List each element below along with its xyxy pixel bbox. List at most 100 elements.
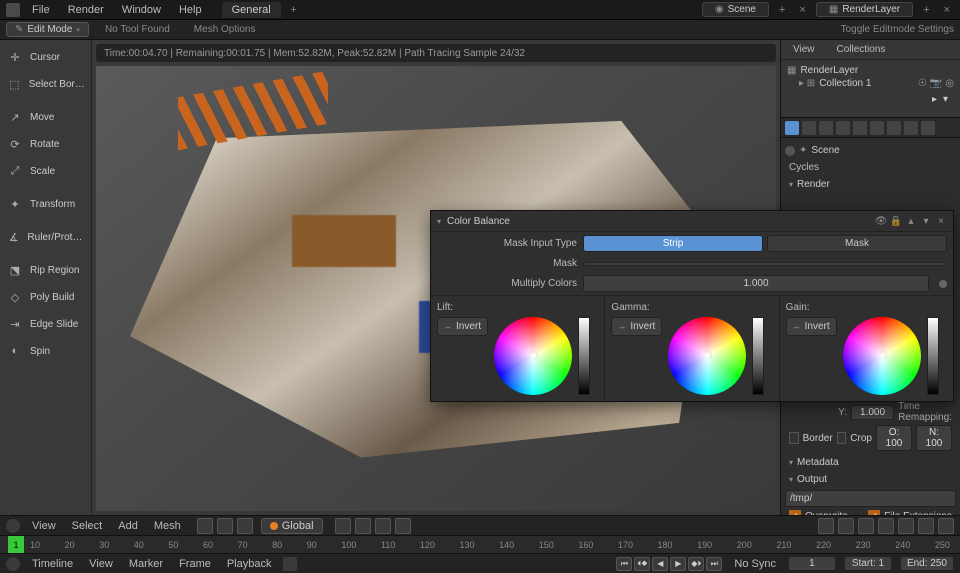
- render-layer-selector[interactable]: ▦RenderLayer: [816, 2, 913, 17]
- output-path-field[interactable]: /tmp/: [785, 490, 956, 507]
- gain-value-slider[interactable]: [927, 317, 939, 395]
- tl-frame[interactable]: Frame: [175, 558, 215, 570]
- tool-rip-region[interactable]: ⬔Rip Region: [2, 257, 89, 283]
- header-mesh[interactable]: Mesh: [150, 520, 185, 532]
- tool-rotate[interactable]: ⟳Rotate: [2, 131, 89, 157]
- tool-spin[interactable]: ◐Spin: [2, 338, 89, 364]
- lift-invert-button[interactable]: ↔Invert: [437, 317, 488, 336]
- autokey-icon[interactable]: [283, 557, 297, 571]
- header-select[interactable]: Select: [68, 520, 107, 532]
- outliner-add-icon[interactable]: ▸: [932, 94, 937, 105]
- props-tab-world[interactable]: [853, 121, 867, 135]
- tool-move[interactable]: ↗Move: [2, 104, 89, 130]
- gamma-invert-button[interactable]: ↔Invert: [611, 317, 662, 336]
- props-tab-particles[interactable]: [904, 121, 918, 135]
- overlays-icon[interactable]: [898, 518, 914, 534]
- scene-remove[interactable]: ×: [795, 4, 809, 16]
- gain-invert-button[interactable]: ↔Invert: [786, 317, 837, 336]
- props-tab-output[interactable]: [802, 121, 816, 135]
- tl-marker[interactable]: Marker: [125, 558, 167, 570]
- fileext-checkbox[interactable]: [868, 510, 880, 515]
- color-balance-titlebar[interactable]: Color Balance 👁🔒▴▾×: [431, 211, 953, 232]
- menu-help[interactable]: Help: [173, 2, 208, 18]
- remap-old[interactable]: O: 100: [876, 425, 912, 451]
- camera-icon[interactable]: 📷: [930, 78, 942, 89]
- keyframe-prev-icon[interactable]: ⏴◆: [634, 557, 650, 571]
- tool-transform[interactable]: ✦Transform: [2, 191, 89, 217]
- editor-type-icon[interactable]: [6, 519, 20, 533]
- mode-face-icon[interactable]: [237, 518, 253, 534]
- shading-lookdev-icon[interactable]: [858, 518, 874, 534]
- menu-file[interactable]: File: [26, 2, 56, 18]
- gamma-picker[interactable]: [704, 351, 712, 359]
- timeline-editor-icon[interactable]: [6, 557, 20, 571]
- remap-new[interactable]: N: 100: [916, 425, 952, 451]
- engine-label[interactable]: Cycles: [785, 159, 956, 176]
- menu-window[interactable]: Window: [116, 2, 167, 18]
- shading-solid-icon[interactable]: [838, 518, 854, 534]
- header-view[interactable]: View: [28, 520, 60, 532]
- layer-remove[interactable]: ×: [940, 4, 954, 16]
- outliner-collection[interactable]: ▸ ⊞Collection 1 ☉📷◎: [787, 77, 954, 90]
- filter-icon[interactable]: ☉: [918, 78, 927, 89]
- lift-picker[interactable]: [530, 351, 538, 359]
- pin-icon[interactable]: [785, 146, 795, 156]
- xray-icon[interactable]: [938, 518, 954, 534]
- panel-eye-icon[interactable]: 👁: [875, 215, 887, 227]
- play-reverse-icon[interactable]: ◀: [652, 557, 668, 571]
- tool-select-border[interactable]: ⬚Select Border: [2, 71, 89, 97]
- outliner-remove-icon[interactable]: ▾: [943, 94, 948, 105]
- render-icon[interactable]: ◎: [945, 78, 954, 89]
- panel-lock-icon[interactable]: 🔒: [890, 215, 902, 227]
- orientation-select[interactable]: Global: [261, 518, 323, 534]
- gamma-color-wheel[interactable]: [668, 317, 746, 395]
- gain-picker[interactable]: [879, 351, 887, 359]
- header-add[interactable]: Add: [114, 520, 142, 532]
- menu-render[interactable]: Render: [62, 2, 110, 18]
- shading-rendered-icon[interactable]: [878, 518, 894, 534]
- mask-type-mask[interactable]: Mask: [767, 235, 947, 252]
- props-tab-modifier[interactable]: [887, 121, 901, 135]
- edit-mode-selector[interactable]: ✎Edit Mode▾: [6, 22, 89, 37]
- jump-end-icon[interactable]: ⏭: [706, 557, 722, 571]
- gamma-value-slider[interactable]: [752, 317, 764, 395]
- pivot-icon[interactable]: [335, 518, 351, 534]
- mode-edge-icon[interactable]: [217, 518, 233, 534]
- lift-value-slider[interactable]: [578, 317, 590, 395]
- lift-color-wheel[interactable]: [494, 317, 572, 395]
- tool-poly-build[interactable]: ◇Poly Build: [2, 284, 89, 310]
- tool-cursor[interactable]: ✛Cursor: [2, 44, 89, 70]
- mesh-options[interactable]: Mesh Options: [186, 24, 264, 35]
- border-checkbox[interactable]: [789, 432, 799, 444]
- multiply-field[interactable]: 1.000: [583, 275, 929, 292]
- timeline-cursor[interactable]: 1: [8, 536, 24, 553]
- panel-move-down-icon[interactable]: ▾: [920, 215, 932, 227]
- overwrite-checkbox[interactable]: [789, 510, 801, 515]
- play-icon[interactable]: ▶: [670, 557, 686, 571]
- keyframe-next-icon[interactable]: ◆⏵: [688, 557, 704, 571]
- tool-ruler[interactable]: ∡Ruler/Protrac...: [2, 224, 89, 250]
- tool-edge-slide[interactable]: ⇥Edge Slide: [2, 311, 89, 337]
- jump-start-icon[interactable]: ⏮: [616, 557, 632, 571]
- section-metadata[interactable]: Metadata: [785, 454, 956, 471]
- tl-playback[interactable]: Playback: [223, 558, 276, 570]
- shading-wire-icon[interactable]: [818, 518, 834, 534]
- snap-icon[interactable]: [355, 518, 371, 534]
- multiply-anim-dot[interactable]: [939, 280, 947, 288]
- gizmo-icon[interactable]: [918, 518, 934, 534]
- outliner-tab-view[interactable]: View: [785, 42, 823, 57]
- props-tab-layers[interactable]: [819, 121, 833, 135]
- scene-selector[interactable]: ◉Scene: [702, 2, 769, 17]
- section-output[interactable]: Output: [785, 471, 956, 488]
- prop-edit-icon[interactable]: [375, 518, 391, 534]
- mode-vert-icon[interactable]: [197, 518, 213, 534]
- panel-close-icon[interactable]: ×: [935, 215, 947, 227]
- tl-timeline[interactable]: Timeline: [28, 558, 77, 570]
- layer-add[interactable]: +: [919, 4, 933, 16]
- props-tab-render[interactable]: [785, 121, 799, 135]
- gain-color-wheel[interactable]: [843, 317, 921, 395]
- sync-mode[interactable]: No Sync: [730, 558, 780, 570]
- layers-icon[interactable]: [395, 518, 411, 534]
- breadcrumb-scene[interactable]: Scene: [811, 145, 839, 156]
- section-render[interactable]: Render: [785, 176, 956, 193]
